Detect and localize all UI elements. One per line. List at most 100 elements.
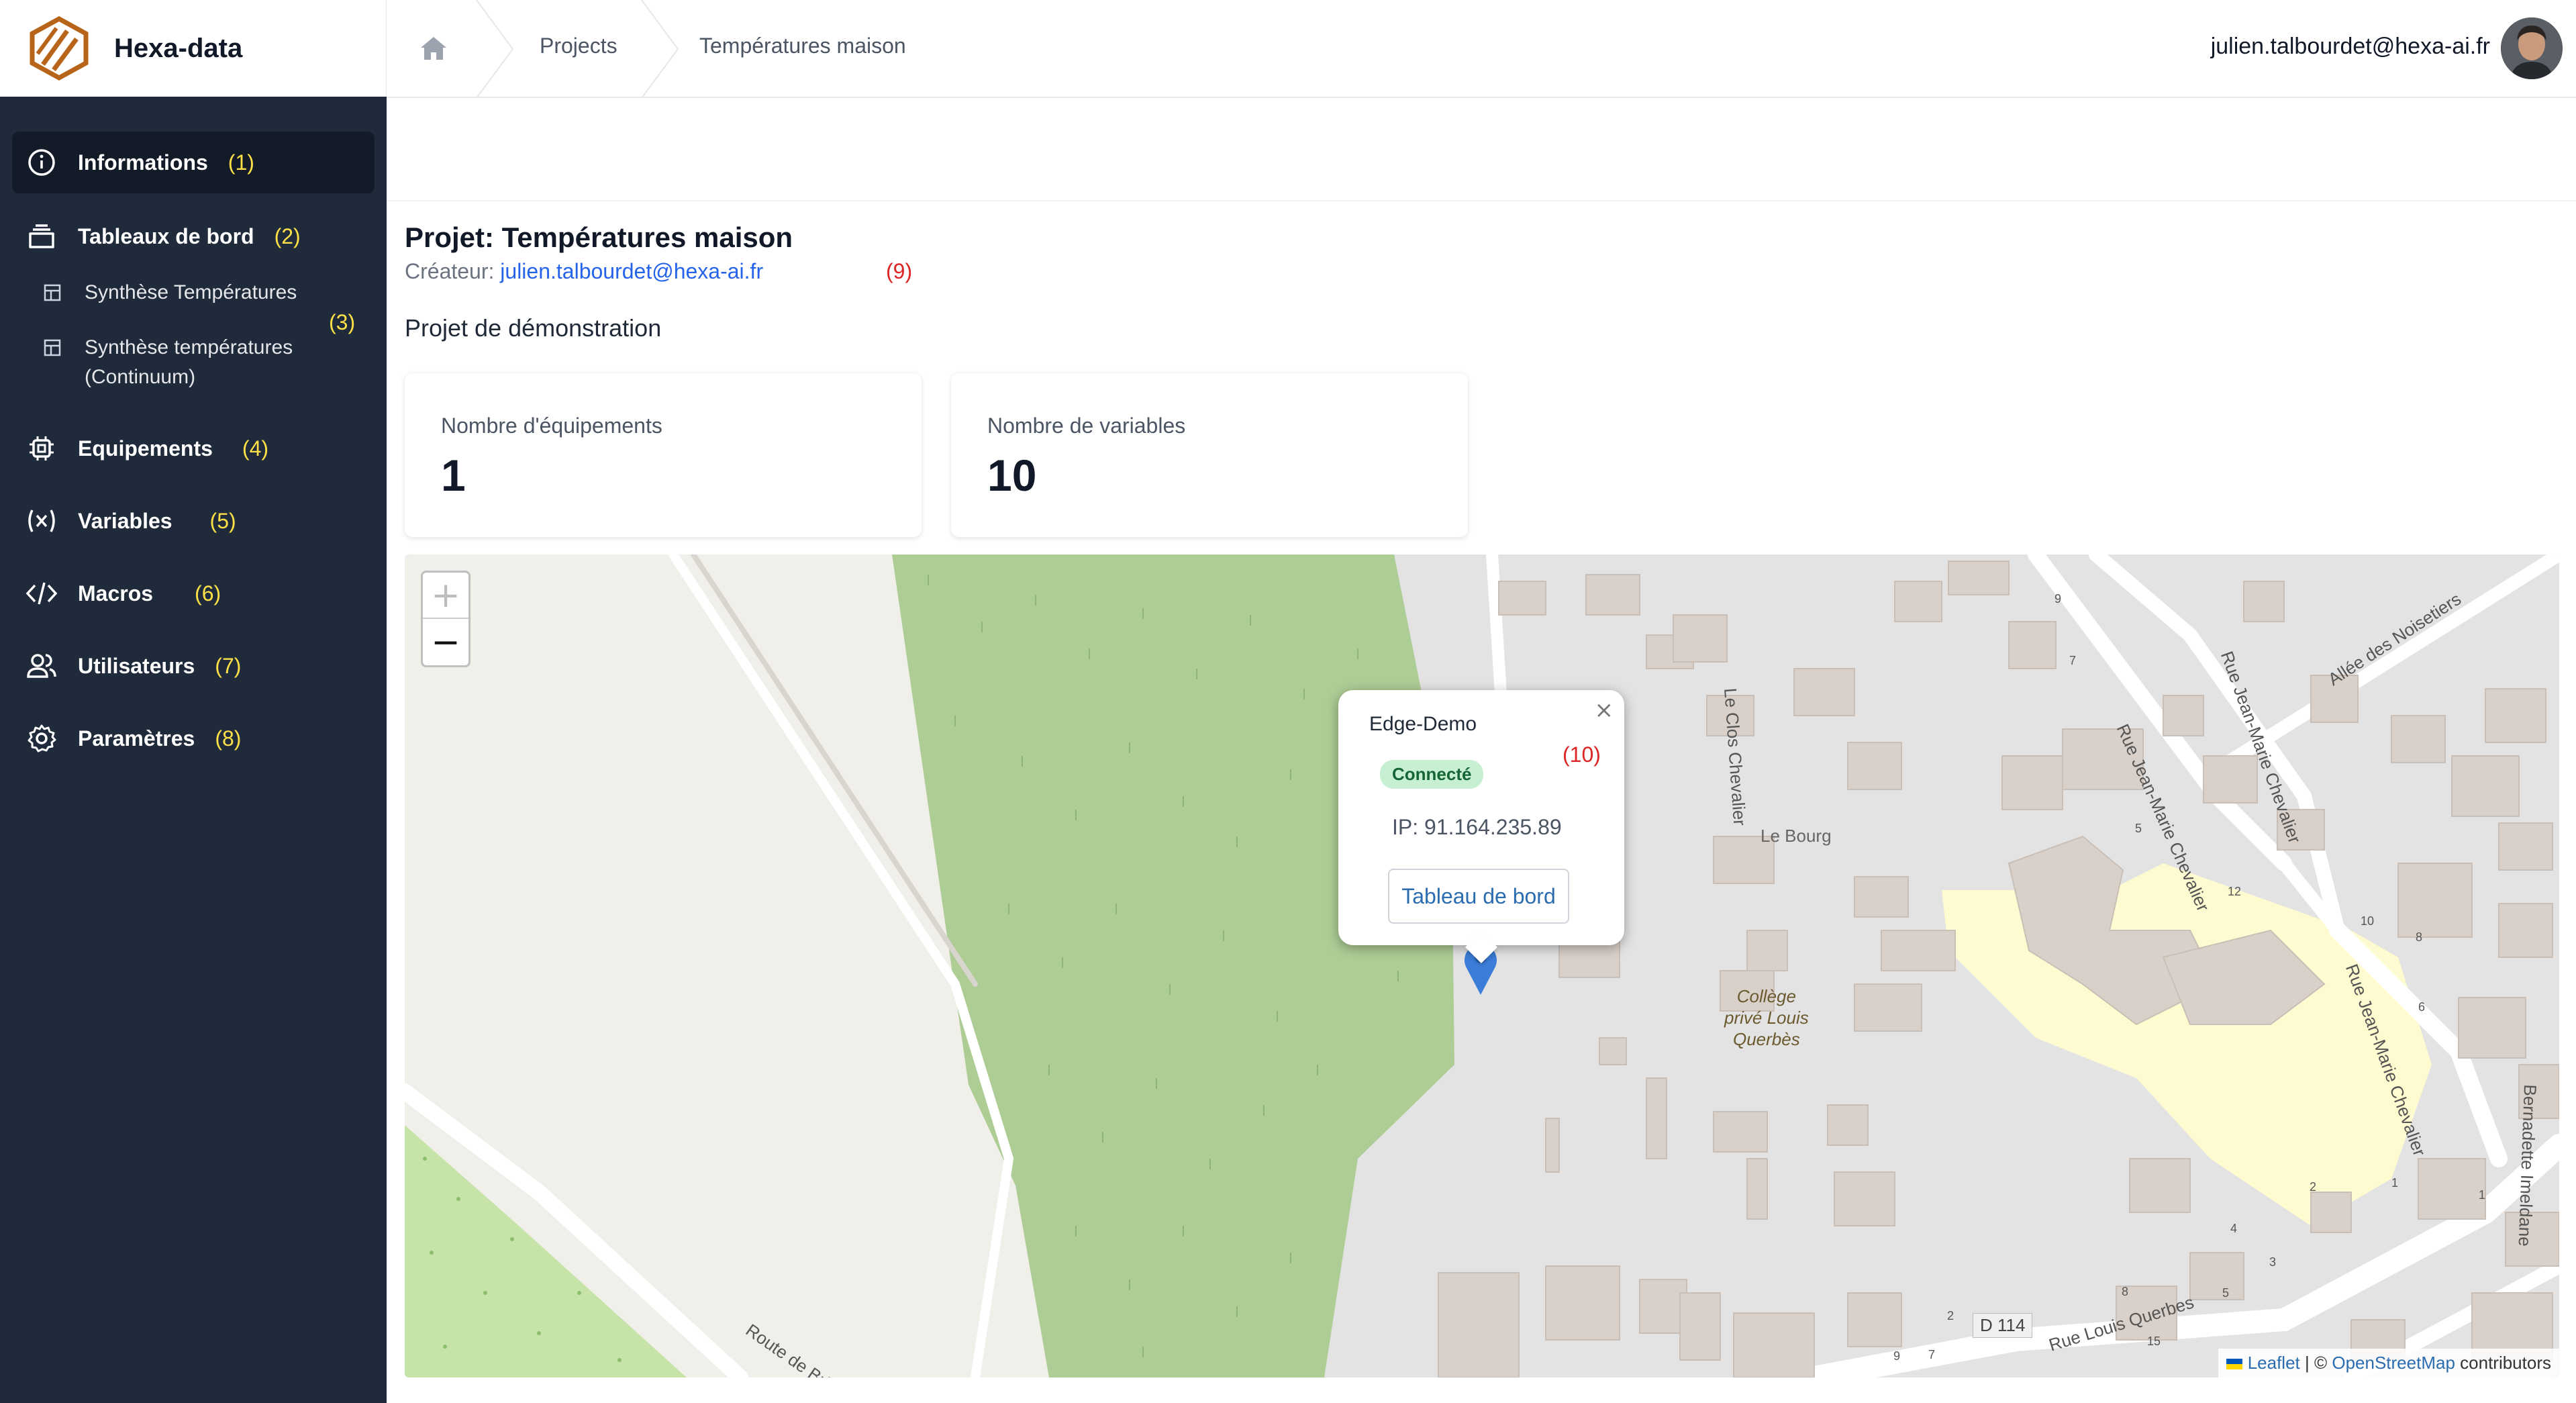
place-label: Le Bourg: [1761, 826, 1832, 846]
stat-label: Nombre de variables: [987, 414, 1186, 438]
attribution-separator: | ©: [2299, 1353, 2332, 1373]
sidebar-item-utilisateurs[interactable]: Utilisateurs (7): [12, 635, 375, 697]
house-number: 1: [2391, 1176, 2399, 1190]
popup-ip: IP: 91.164.235.89: [1392, 815, 1562, 839]
stat-value: 10: [987, 450, 1037, 500]
house-number: 7: [1928, 1348, 1936, 1361]
users-icon: [26, 650, 58, 682]
sidebar-item-label: Utilisateurs: [78, 653, 195, 678]
avatar[interactable]: [2501, 17, 2563, 79]
sidebar-item-label: Paramètres: [78, 726, 195, 751]
annotation-marker: (4): [242, 436, 269, 461]
house-number: 9: [2054, 592, 2062, 606]
top-header: Projects Températures maison julien.talb…: [387, 0, 2576, 98]
leaflet-link[interactable]: Leaflet: [2248, 1353, 2300, 1373]
sidebar-subitem-synthese-continuum[interactable]: Synthèse températures (Continuum): [40, 333, 326, 392]
zoom-out-button[interactable]: −: [423, 619, 468, 665]
annotation-marker: (7): [215, 653, 242, 678]
sidebar-item-equipements[interactable]: Equipements (4): [12, 418, 375, 479]
stat-value: 1: [441, 450, 466, 500]
house-number: 2: [1947, 1309, 1954, 1322]
sidebar-item-variables[interactable]: Variables (5): [12, 490, 375, 552]
zoom-in-button[interactable]: +: [423, 573, 468, 619]
dashboard-stack-icon: [26, 220, 58, 252]
house-number: 5: [2222, 1286, 2230, 1300]
house-number: 5: [2135, 822, 2142, 835]
annotation-marker: (8): [215, 726, 242, 751]
house-number: 2: [2310, 1180, 2317, 1194]
college-line: Collège: [1736, 986, 1796, 1006]
gear-icon: [26, 722, 58, 755]
home-icon: [421, 37, 446, 60]
sidebar-item-label: Tableaux de bord: [78, 224, 254, 248]
sidebar-item-label: Variables: [78, 508, 172, 533]
house-number: 15: [2147, 1335, 2161, 1348]
sidebar-item-parametres[interactable]: Paramètres (8): [12, 708, 375, 769]
place-label-college: Collège privé Louis Querbès: [1724, 985, 1809, 1050]
house-number: 8: [2416, 930, 2423, 944]
page-toolbar: [387, 98, 2576, 201]
user-email[interactable]: julien.talbourdet@hexa-ai.fr: [2211, 34, 2490, 60]
code-icon: [26, 577, 58, 610]
house-number: 6: [2418, 1000, 2426, 1014]
creator-label: Créateur:: [405, 259, 495, 283]
chip-icon: [26, 432, 58, 465]
house-number: 12: [2228, 885, 2242, 898]
sidebar: Hexa-data Informations (1) Tableaux de b…: [0, 0, 387, 1403]
road-shield: D 114: [1973, 1313, 2033, 1338]
hexa-logo-icon: [30, 16, 89, 81]
dashboard-button[interactable]: Tableau de bord: [1388, 869, 1569, 924]
brand[interactable]: Hexa-data: [0, 0, 387, 97]
dashboard-icon: [44, 284, 61, 301]
dashboard-icon: [44, 339, 61, 356]
sidebar-item-macros[interactable]: Macros (6): [12, 563, 375, 624]
annotation-marker: (10): [1563, 742, 1601, 767]
map-zoom-control: + −: [421, 571, 470, 667]
map-popup: × Edge-Demo (10) Connecté IP: 91.164.235…: [1338, 690, 1624, 964]
ukraine-flag-icon: [2226, 1359, 2243, 1370]
stat-card-equipements: Nombre d'équipements 1: [405, 373, 922, 537]
status-badge: Connecté: [1380, 760, 1484, 789]
annotation-marker: (5): [209, 508, 236, 533]
info-icon: [26, 146, 58, 179]
sidebar-subitem-label: Synthèse Températures: [85, 281, 297, 303]
creator-email-link[interactable]: julien.talbourdet@hexa-ai.fr: [500, 259, 763, 283]
breadcrumb-home[interactable]: [387, 0, 481, 97]
sidebar-item-label: Macros: [78, 581, 154, 606]
sidebar-subitem-label: Synthèse températures (Continuum): [85, 336, 293, 388]
sidebar-item-informations[interactable]: Informations (1): [12, 132, 375, 193]
house-number: 3: [2269, 1255, 2277, 1269]
house-number: 7: [2069, 654, 2077, 667]
college-line: Querbès: [1733, 1029, 1800, 1049]
map-attribution: Leaflet | © OpenStreetMap contributors: [2218, 1349, 2559, 1377]
breadcrumb-separator: [641, 0, 679, 98]
osm-link[interactable]: OpenStreetMap: [2332, 1353, 2455, 1373]
brand-name: Hexa-data: [114, 33, 243, 63]
stat-label: Nombre d'équipements: [441, 414, 662, 438]
map[interactable]: + − Le Clos Chevalier Le Bourg Allée des…: [405, 554, 2559, 1377]
sidebar-subitem-synthese-temperatures[interactable]: Synthèse Températures: [40, 278, 297, 307]
house-number: 8: [2122, 1285, 2129, 1298]
breadcrumb-separator: [476, 0, 514, 98]
sidebar-item-tableaux-de-bord[interactable]: Tableaux de bord (2): [12, 205, 375, 267]
annotation-marker: (3): [329, 310, 356, 334]
annotation-marker: (2): [274, 224, 301, 248]
sidebar-item-label: Informations: [78, 150, 208, 175]
popup-close-button[interactable]: ×: [1595, 697, 1614, 724]
attribution-contributors: contributors: [2455, 1353, 2551, 1373]
breadcrumb-projects[interactable]: Projects: [540, 34, 617, 58]
project-creator: Créateur: julien.talbourdet@hexa-ai.fr: [405, 259, 763, 284]
house-number: 9: [1893, 1349, 1901, 1363]
stat-card-variables: Nombre de variables 10: [951, 373, 1468, 537]
sidebar-item-label: Equipements: [78, 436, 213, 461]
breadcrumb-current[interactable]: Températures maison: [699, 34, 906, 58]
project-description: Projet de démonstration: [405, 314, 662, 342]
page-title: Projet: Températures maison: [405, 222, 793, 253]
annotation-marker: (6): [195, 581, 221, 606]
annotation-marker: (1): [228, 150, 254, 175]
college-line: privé Louis: [1724, 1008, 1809, 1028]
house-number: 1: [2479, 1188, 2486, 1202]
house-number: 4: [2230, 1222, 2238, 1235]
variable-icon: [26, 505, 58, 537]
annotation-marker: (9): [886, 259, 913, 283]
